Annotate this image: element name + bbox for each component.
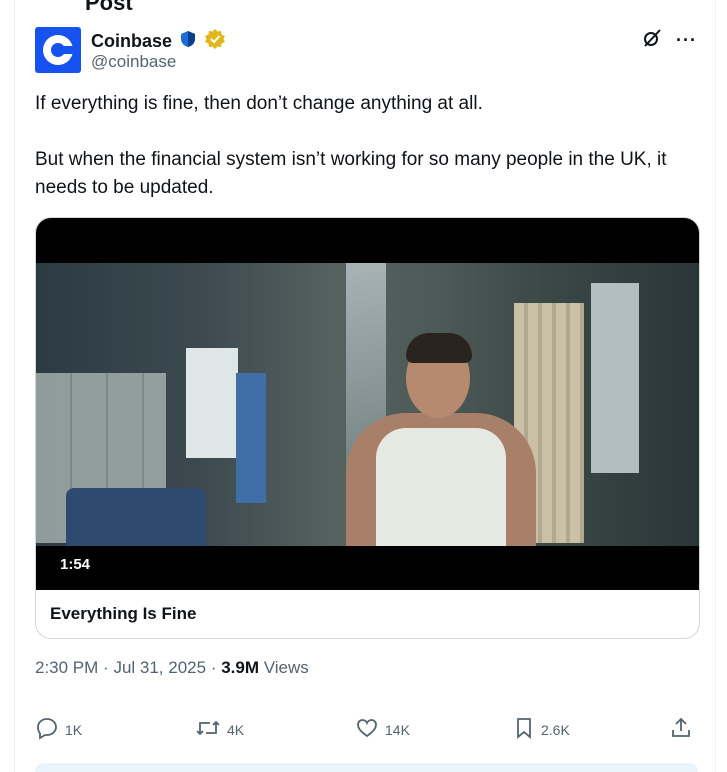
- author-row: Coinbase: [91, 28, 226, 55]
- grok-icon[interactable]: [642, 28, 662, 53]
- coinbase-logo-icon: [43, 35, 73, 65]
- author-name[interactable]: Coinbase: [91, 31, 172, 52]
- avatar[interactable]: [35, 27, 81, 73]
- more-icon[interactable]: ···: [676, 30, 697, 51]
- bookmark-icon: [513, 716, 535, 743]
- repost-button[interactable]: 4K: [195, 716, 244, 743]
- action-bar: 1K 4K 14K 2.6K: [35, 716, 695, 746]
- tweet-paragraph: But when the financial system isn’t work…: [35, 149, 667, 198]
- tweet-paragraph: If everything is fine, then don’t change…: [35, 93, 483, 114]
- next-item-edge: [35, 763, 698, 772]
- video-player[interactable]: 1:54: [36, 218, 699, 590]
- header-actions: ···: [642, 28, 697, 53]
- reply-icon: [35, 716, 59, 743]
- views-count: 3.9M: [221, 658, 259, 677]
- reply-button[interactable]: 1K: [35, 716, 82, 743]
- bookmark-button[interactable]: 2.6K: [513, 716, 570, 743]
- tweet-time[interactable]: 2:30 PM: [35, 658, 98, 677]
- views-label: Views: [263, 658, 309, 677]
- tweet-card: Post Coinbase @coinbase ··· If everythin…: [14, 0, 716, 772]
- shield-badge-icon: [178, 29, 198, 54]
- bookmark-count: 2.6K: [541, 721, 570, 738]
- video-title[interactable]: Everything Is Fine: [36, 590, 699, 638]
- video-thumbnail: [36, 263, 699, 546]
- like-icon: [355, 716, 379, 743]
- repost-count: 4K: [227, 721, 245, 738]
- tweet-meta: 2:30 PM · Jul 31, 2025 · 3.9M Views: [35, 658, 309, 677]
- like-button[interactable]: 14K: [355, 716, 410, 743]
- reply-count: 1K: [65, 721, 83, 738]
- share-icon: [669, 716, 693, 743]
- video-duration: 1:54: [60, 556, 91, 573]
- repost-icon: [195, 716, 221, 743]
- video-card[interactable]: 1:54 Everything Is Fine: [35, 217, 700, 639]
- author-handle[interactable]: @coinbase: [91, 52, 176, 72]
- tweet-text: If everything is fine, then don’t change…: [35, 90, 695, 202]
- like-count: 14K: [385, 721, 410, 738]
- verified-gold-icon: [204, 28, 226, 55]
- share-button[interactable]: [669, 716, 693, 743]
- tweet-date[interactable]: Jul 31, 2025: [113, 658, 206, 677]
- page-title-cut: Post: [85, 0, 133, 15]
